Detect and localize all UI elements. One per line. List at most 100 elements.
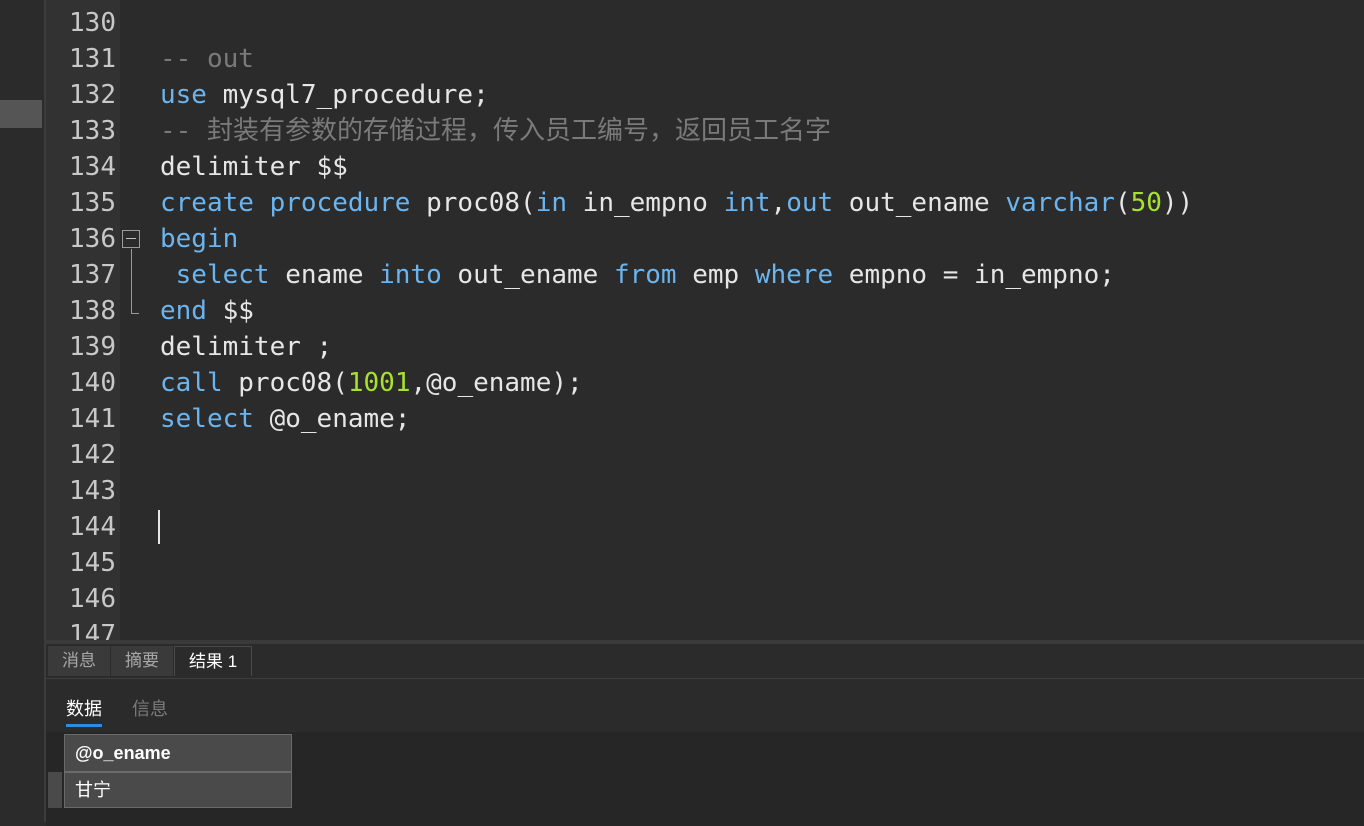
- code-token: proc08(: [222, 368, 348, 398]
- code-token: call: [160, 368, 223, 398]
- code-token: emp: [676, 260, 755, 290]
- code-token: in_empno: [567, 188, 724, 218]
- line-number: 133: [69, 116, 116, 146]
- code-line[interactable]: 144: [46, 509, 1364, 545]
- row-selector[interactable]: [48, 772, 62, 808]
- line-text: begin: [160, 221, 238, 257]
- code-line[interactable]: 134 delimiter $$: [46, 149, 1364, 185]
- code-token: ,: [770, 188, 787, 218]
- line-number: 137: [69, 260, 116, 290]
- subtab-info[interactable]: 信息: [132, 694, 168, 724]
- line-number: 141: [69, 404, 116, 434]
- sql-editor[interactable]: 130 131 -- out 132 use mysql7_procedure; 133 -…: [46, 0, 1364, 640]
- code-token: out: [786, 188, 834, 218]
- tabs-divider: [46, 678, 1364, 679]
- tab-messages[interactable]: 消息: [48, 646, 111, 676]
- sidebar-selected-item[interactable]: [0, 100, 42, 128]
- result-tabs: 消息 摘要 结果 1: [48, 646, 253, 678]
- tab-result-1[interactable]: 结果 1: [174, 646, 253, 676]
- code-token: empno = in_empno;: [833, 260, 1115, 290]
- left-sidebar-strip: [0, 0, 46, 822]
- line-number: 145: [69, 548, 116, 578]
- code-token: )): [1161, 188, 1194, 218]
- code-token: begin: [160, 224, 239, 254]
- code-line[interactable]: 143: [46, 473, 1364, 509]
- line-text: delimiter $$: [160, 149, 348, 185]
- line-text: select @o_ename;: [160, 401, 410, 437]
- tab-summary[interactable]: 摘要: [111, 646, 174, 676]
- line-number: 135: [69, 188, 116, 218]
- code-token: -- 封装有参数的存储过程，传入员工编号，返回员工名字: [160, 116, 831, 146]
- code-token: ,@o_ename);: [410, 368, 583, 398]
- code-token: varchar: [1005, 188, 1115, 218]
- text-caret: [158, 510, 160, 544]
- code-token: create: [160, 188, 254, 218]
- code-token: from: [613, 260, 677, 290]
- code-token: mysql7_procedure;: [206, 80, 489, 110]
- code-line[interactable]: 140 call proc08(1001,@o_ename);: [46, 365, 1364, 401]
- line-text: select ename into out_ename from emp whe…: [160, 257, 1115, 293]
- code-token: into: [379, 260, 442, 290]
- code-token: -- out: [160, 44, 254, 74]
- line-number: 147: [69, 620, 116, 640]
- code-token: out_ename: [833, 188, 1006, 218]
- result-panel: 消息 摘要 结果 1 数据 信息 @o_ename 甘宁: [46, 640, 1364, 826]
- result-subtabs: 数据 信息: [66, 694, 168, 727]
- line-text: end $$: [160, 293, 254, 329]
- code-token: select: [160, 404, 254, 434]
- line-text: -- out: [160, 41, 254, 77]
- line-number: 146: [69, 584, 116, 614]
- code-token: @o_ename;: [253, 404, 411, 434]
- code-token: $$: [206, 296, 254, 326]
- code-token: where: [754, 260, 834, 290]
- code-token: use: [160, 80, 207, 110]
- line-number: 134: [69, 152, 116, 182]
- code-line[interactable]: 131 -- out: [46, 41, 1364, 77]
- code-token: (: [1114, 188, 1131, 218]
- line-number: 132: [69, 80, 116, 110]
- code-token: procedure: [269, 188, 411, 218]
- column-header-o-ename[interactable]: @o_ename: [64, 734, 292, 772]
- code-token: delimiter $$: [160, 152, 348, 182]
- line-text: delimiter ;: [160, 329, 332, 365]
- line-number: 138: [69, 296, 116, 326]
- grid-cell[interactable]: 甘宁: [64, 772, 292, 808]
- code-token: int: [723, 188, 771, 218]
- line-text: call proc08(1001,@o_ename);: [160, 365, 583, 401]
- code-line[interactable]: 130: [46, 5, 1364, 41]
- code-line[interactable]: 138 end $$: [46, 293, 1364, 329]
- line-number: 130: [69, 8, 116, 38]
- line-number: 144: [69, 512, 116, 542]
- code-token: delimiter ;: [160, 332, 333, 362]
- line-number: 131: [69, 44, 116, 74]
- line-number: 142: [69, 440, 116, 470]
- subtab-data[interactable]: 数据: [66, 694, 102, 727]
- fold-toggle-icon[interactable]: [122, 230, 140, 248]
- code-token: end: [160, 296, 207, 326]
- code-token: out_ename: [441, 260, 614, 290]
- code-token: 50: [1130, 188, 1162, 218]
- line-text: -- 封装有参数的存储过程，传入员工编号，返回员工名字: [160, 113, 831, 149]
- line-number: 139: [69, 332, 116, 362]
- line-number: 136: [69, 224, 116, 254]
- code-line[interactable]: 133 -- 封装有参数的存储过程，传入员工编号，返回员工名字: [46, 113, 1364, 149]
- fold-guide: [131, 249, 132, 313]
- code-token: proc08(: [410, 188, 536, 218]
- code-line[interactable]: 132 use mysql7_procedure;: [46, 77, 1364, 113]
- fold-guide-end: [131, 313, 139, 314]
- code-line[interactable]: 146: [46, 581, 1364, 617]
- line-number: 140: [69, 368, 116, 398]
- code-token: select: [160, 260, 270, 290]
- code-line[interactable]: 142: [46, 437, 1364, 473]
- code-line[interactable]: 139 delimiter ;: [46, 329, 1364, 365]
- code-line[interactable]: 137 select ename into out_ename from emp…: [46, 257, 1364, 293]
- code-line[interactable]: 135 create procedure proc08(in in_empno i…: [46, 185, 1364, 221]
- code-line[interactable]: 145: [46, 545, 1364, 581]
- code-line[interactable]: 136 begin: [46, 221, 1364, 257]
- line-text: create procedure proc08(in in_empno int,…: [160, 185, 1193, 221]
- code-line[interactable]: 147: [46, 617, 1364, 640]
- code-line[interactable]: 141 select @o_ename;: [46, 401, 1364, 437]
- code-token: in: [535, 188, 568, 218]
- line-text: use mysql7_procedure;: [160, 77, 489, 113]
